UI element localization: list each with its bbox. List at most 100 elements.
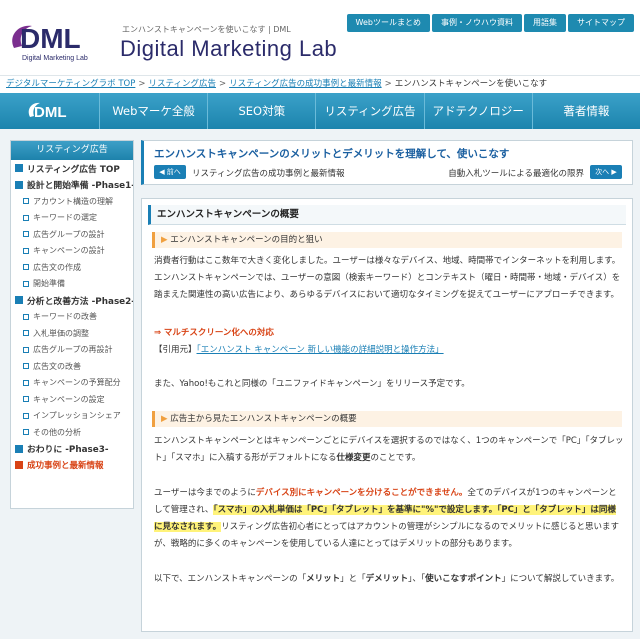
sidebar-item-account-structure[interactable]: アカウント構造の理解 <box>11 193 133 210</box>
sidebar-item-ad-copy-improve[interactable]: 広告文の改善 <box>11 358 133 375</box>
nav-web-marketing[interactable]: Webマーケ全般 <box>100 93 209 129</box>
top-nav-sitemap[interactable]: サイトマップ <box>568 14 634 32</box>
sidebar-item-ad-copy[interactable]: 広告文の作成 <box>11 259 133 276</box>
paragraph-definition: エンハンストキャンペーンとはキャンペーンごとにデバイスを選択するのではなく、1つ… <box>154 433 624 467</box>
square-bullet-icon <box>15 296 23 305</box>
sidebar-item-label: アカウント構造の理解 <box>33 196 113 206</box>
sidebar-item-start-prep[interactable]: 開始準備 <box>11 276 133 293</box>
text-span-bold: デメリット <box>365 574 409 584</box>
sidebar-title: リスティング広告 <box>11 141 133 160</box>
top-nav-web-tools[interactable]: Webツールまとめ <box>346 14 430 32</box>
subsection-heading-purpose: ▶ エンハンストキャンペーンの目的と狙い <box>152 232 622 248</box>
top-nav-case-studies[interactable]: 事例・ノウハウ資料 <box>432 14 522 32</box>
text-span-bold: 仕様変更 <box>336 453 371 463</box>
sidebar-item-label: キーワードの改善 <box>33 312 97 322</box>
nav-dml-logo-icon: DML <box>28 102 67 121</box>
subsection-heading-overview: ▶ 広告主から見たエンハンストキャンペーンの概要 <box>152 411 622 427</box>
sidebar-item-success-cases[interactable]: 成功事例と最新情報 <box>11 457 133 474</box>
nav-logo[interactable]: DML <box>0 93 100 129</box>
breadcrumb-separator: > <box>219 79 227 89</box>
top-nav-glossary[interactable]: 用語集 <box>524 14 566 32</box>
square-bullet-icon <box>23 412 29 419</box>
square-bullet-icon <box>23 231 29 238</box>
sidebar-item-label: 成功事例と最新情報 <box>27 461 104 472</box>
square-bullet-icon <box>23 247 29 254</box>
sidebar-item-label: 広告文の改善 <box>33 361 81 371</box>
next-button[interactable]: 次へ ▶ <box>590 165 622 179</box>
sidebar-item-label: 開始準備 <box>33 279 65 289</box>
breadcrumb-link-top[interactable]: デジタルマーケティングラボ TOP <box>6 79 135 89</box>
sidebar-item-bid-adjust[interactable]: 入札単価の調整 <box>11 325 133 342</box>
text-span-bold: メリット <box>306 574 341 584</box>
prev-article-link[interactable]: リスティング広告の成功事例と最新情報 <box>192 167 345 179</box>
section-heading: エンハンストキャンペーンの概要 <box>148 205 626 225</box>
sidebar-item-impression-share[interactable]: インプレッションシェア <box>11 408 133 425</box>
sidebar-item-keyword-selection[interactable]: キーワードの選定 <box>11 210 133 227</box>
sidebar-item-phase3[interactable]: おわりに -Phase3- <box>11 441 133 458</box>
square-bullet-icon <box>23 198 29 205</box>
breadcrumb: デジタルマーケティングラボ TOP > リスティング広告 > リスティング広告の成功事例… <box>0 75 640 93</box>
square-bullet-icon <box>23 214 29 221</box>
sidebar-item-adgroup-design[interactable]: 広告グループの設計 <box>11 226 133 243</box>
quote-line: 【引用元】「エンハンスト キャンペーン 新しい機能の詳細説明と操作方法」 <box>154 342 624 359</box>
sidebar-item-label: キャンペーンの設計 <box>33 246 105 256</box>
page-title: エンハンストキャンペーンのメリットとデメリットを理解して、使いこなす <box>154 148 510 160</box>
breadcrumb-current: エンハンストキャンペーンを使いこなす <box>394 79 548 89</box>
dml-logo-icon[interactable]: DML Digital Marketing Lab <box>6 14 118 66</box>
square-bullet-icon <box>23 280 29 287</box>
breadcrumb-separator: > <box>384 79 392 89</box>
sidebar-item-campaign-settings[interactable]: キャンペーンの設定 <box>11 391 133 408</box>
square-bullet-icon <box>15 180 23 189</box>
square-bullet-icon <box>15 444 23 453</box>
sidebar-item-campaign-design[interactable]: キャンペーンの設計 <box>11 243 133 260</box>
top-nav: Webツールまとめ 事例・ノウハウ資料 用語集 サイトマップ <box>346 14 634 32</box>
site-header: DML Digital Marketing Lab エンハンストキャンペーンを使… <box>0 0 640 75</box>
text-span-bold: 使いこなすポイント <box>425 574 502 584</box>
breadcrumb-link-success-cases[interactable]: リスティング広告の成功事例と最新情報 <box>229 79 382 89</box>
sidebar: リスティング広告 リスティング広告 TOP 設計と開始準備 -Phase1- ア… <box>10 140 134 509</box>
text-span-red: デバイス別にキャンペーンを分けることができません。 <box>255 488 468 498</box>
sidebar-item-keyword-improve[interactable]: キーワードの改善 <box>11 309 133 326</box>
triangle-bullet-icon: ▶ <box>161 235 171 245</box>
arrow-icon: ⇒ <box>154 328 162 338</box>
breadcrumb-link-listing[interactable]: リスティング広告 <box>149 79 217 89</box>
paragraph-yahoo: また、Yahoo!もこれと同様の「ユニファイドキャンペーン」をリリース予定です。 <box>154 379 470 389</box>
multiscreen-label: マルチスクリーン化への対応 <box>163 328 274 338</box>
square-bullet-icon <box>15 164 23 173</box>
square-bullet-icon <box>23 330 29 337</box>
sidebar-item-listing-top[interactable]: リスティング広告 TOP <box>11 160 133 177</box>
sidebar-item-adgroup-redesign[interactable]: 広告グループの再設計 <box>11 342 133 359</box>
breadcrumb-separator: > <box>138 79 146 89</box>
sidebar-item-label: 入札単価の調整 <box>33 328 89 338</box>
sidebar-item-other-analysis[interactable]: その他の分析 <box>11 424 133 441</box>
nav-logo-text: DML <box>34 104 67 121</box>
paragraph-summary: 以下で、エンハンストキャンペーンの「メリット」と「デメリット」、「使いこなすポイ… <box>154 571 624 588</box>
nav-ad-technology[interactable]: アドテクノロジー <box>425 93 533 129</box>
sidebar-item-label: キャンペーンの設定 <box>33 394 105 404</box>
sidebar-item-phase2[interactable]: 分析と改善方法 -Phase2- <box>11 292 133 309</box>
nav-seo[interactable]: SEO対策 <box>208 93 317 129</box>
sidebar-item-label: 広告文の作成 <box>33 262 81 272</box>
quote-label: 【引用元】 <box>154 345 197 355</box>
square-bullet-icon <box>23 429 29 436</box>
subsection-heading-text: 広告主から見たエンハンストキャンペーンの概要 <box>170 414 357 424</box>
prev-button[interactable]: ◀ 前へ <box>154 165 186 179</box>
site-title[interactable]: Digital Marketing Lab <box>120 36 337 62</box>
text-span: ユーザーは今までのように <box>154 488 256 498</box>
nav-listing-ads[interactable]: リスティング広告 <box>316 93 425 129</box>
site-tagline: エンハンストキャンペーンを使いこなす | DML <box>122 25 291 34</box>
sidebar-item-phase1[interactable]: 設計と開始準備 -Phase1- <box>11 177 133 194</box>
sidebar-item-budget[interactable]: キャンペーンの予算配分 <box>11 375 133 392</box>
multiscreen-line: ⇒ マルチスクリーン化への対応 <box>154 325 624 342</box>
text-span-highlight: 「スマホ」の入札単価は「PC」「タブレット」を基準に"%"で設定します。 <box>213 505 498 515</box>
triangle-bullet-icon: ▶ <box>161 414 171 424</box>
sidebar-item-label: 設計と開始準備 -Phase1- <box>27 181 133 192</box>
nav-author-info[interactable]: 著者情報 <box>533 93 640 129</box>
next-article-link[interactable]: 自動入札ツールによる最適化の限界 <box>448 167 584 179</box>
text-span: リスティング広告初心者にとってはアカウントの管理がシンプルになるのでメリットに感… <box>154 522 620 549</box>
text-span: 」と「 <box>340 574 366 584</box>
sidebar-item-label: その他の分析 <box>33 427 81 437</box>
quote-link[interactable]: 「エンハンスト キャンペーン 新しい機能の詳細説明と操作方法」 <box>197 345 444 355</box>
text-span: のことです。 <box>370 453 421 463</box>
article-content: エンハンストキャンペーンの概要 ▶ エンハンストキャンペーンの目的と狙い 消費者… <box>141 198 633 632</box>
